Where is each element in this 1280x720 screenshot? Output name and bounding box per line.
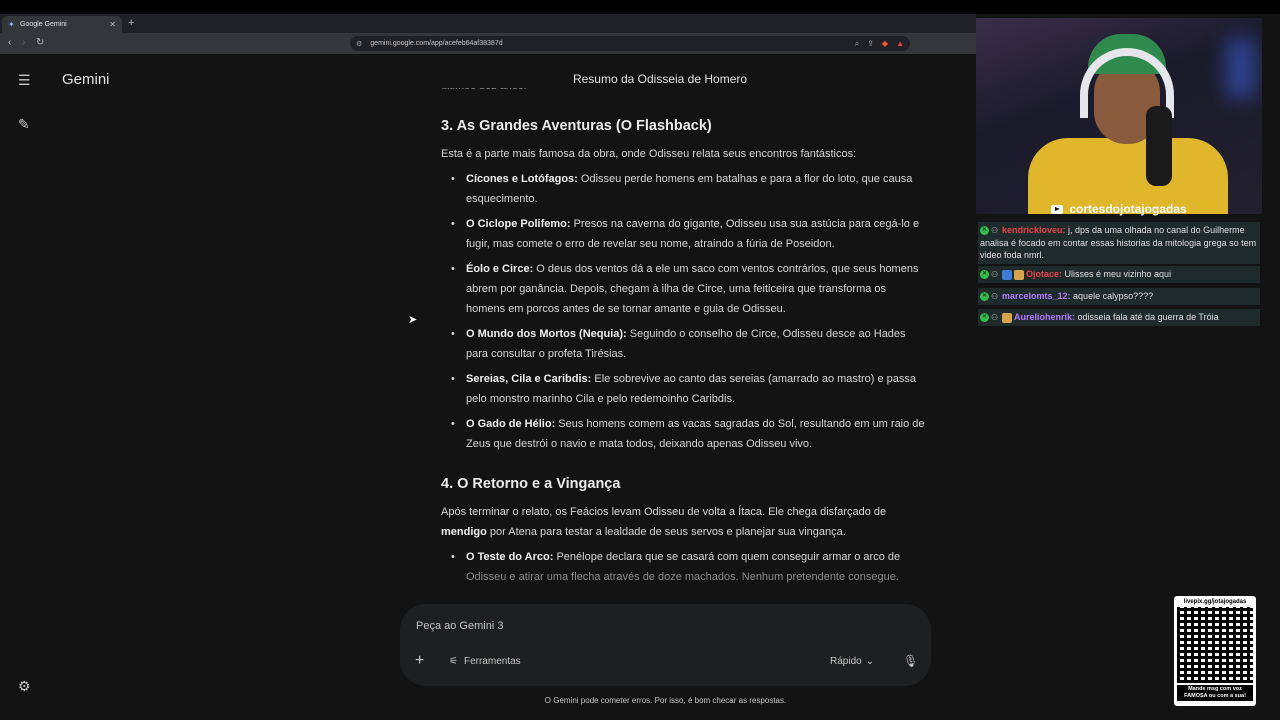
list-item: O Mundo dos Mortos (Nequia): Seguindo o …: [451, 324, 927, 364]
list-item: Cícones e Lotófagos: Odisseu perde homen…: [451, 169, 927, 209]
channel-banner: cortesdojotajogadas: [976, 200, 1262, 218]
gemini-app: ☰ ✎ ⚙ Gemini Resumo da Odisseia de Homer…: [0, 54, 976, 720]
browser-tabstrip: ✦ Google Gemini ✕ +: [0, 14, 976, 33]
zoom-icon[interactable]: ⌕: [855, 39, 859, 49]
list-item: O Ciclope Polifemo: Presos na caverna do…: [451, 214, 927, 254]
verified-icon: ✕: [980, 313, 989, 323]
stream-overlay: cortesdojotajogadas ✕ ⚇ kendrickloveu: j, …: [976, 14, 1280, 720]
user-icon: ⚇: [991, 292, 999, 302]
qr-caption: Mande msg com voz FAMOSA ou com a sua!: [1177, 685, 1253, 701]
gear-icon[interactable]: ⚙: [18, 678, 31, 695]
verified-icon: ✕: [980, 292, 989, 302]
section-heading-3: 3. As Grandes Aventuras (O Flashback): [441, 118, 712, 134]
chat-message: ✕ ⚇ Aureliohenrik: odisseia fala até da gu…: [978, 309, 1260, 326]
new-tab-icon[interactable]: +: [128, 17, 134, 29]
qr-title: livepix.gg/jotajogadas: [1183, 599, 1247, 605]
prompt-input[interactable]: [416, 616, 716, 636]
tab-close-icon[interactable]: ✕: [109, 20, 116, 29]
qr-code-icon: [1177, 607, 1253, 683]
browser-tab[interactable]: ✦ Google Gemini ✕: [2, 16, 122, 33]
chevron-down-icon: ⌄: [865, 656, 875, 667]
list-item: Sereias, Cila e Caribdis: Ele sobrevive …: [451, 369, 927, 409]
sub-badge-icon: [1014, 269, 1024, 280]
site-info-icon[interactable]: ⚙: [356, 40, 362, 48]
brave-shield-icon[interactable]: ◆: [882, 39, 888, 49]
channel-name: cortesdojotajogadas: [1069, 202, 1187, 216]
forward-icon[interactable]: ›: [22, 37, 25, 48]
webcam-feed: [976, 18, 1262, 214]
youtube-icon: [1051, 204, 1064, 214]
qr-code-panel: livepix.gg/jotajogadas Mande msg com voz…: [1174, 596, 1256, 706]
mic-icon[interactable]: 🎙: [903, 654, 918, 668]
user-icon: ⚇: [991, 226, 999, 236]
partial-text: últimos dez anos.: [441, 88, 927, 96]
tools-label: Ferramentas: [463, 656, 521, 667]
tab-title: Google Gemini: [20, 21, 67, 28]
section-intro-4: Após terminar o relato, os Feácios levam…: [441, 506, 887, 538]
top-black-bar: [0, 0, 1280, 14]
chat-message: ✕ ⚇ marcelomts_12: aquele calypso????: [978, 288, 1260, 305]
webcam-microphone: [1146, 106, 1172, 186]
response-content: últimos dez anos. 3. As Grandes Aventura…: [441, 88, 927, 638]
edit-icon[interactable]: ✎: [18, 116, 30, 133]
user-icon: ⚇: [991, 270, 999, 280]
chat-message: ✕ ⚇ kendrickloveu: j, dps da uma olhada no…: [978, 222, 1260, 264]
reload-icon[interactable]: ↻: [36, 37, 44, 48]
verified-icon: ✕: [980, 270, 989, 280]
sub-badge-icon: [1002, 312, 1012, 323]
user-icon: ⚇: [991, 313, 999, 323]
sub-badge-icon: [1002, 269, 1012, 280]
section-intro-3: Esta é a parte mais famosa da obra, onde…: [441, 148, 857, 160]
tune-icon: ⚟: [449, 656, 458, 667]
browser-toolbar: ‹ › ↻ ⚙ gemini.google.com/app/acefeb64af…: [0, 33, 976, 54]
disclaimer: O Gemini pode cometer erros. Por isso, é…: [544, 696, 787, 705]
list-item: O Gado de Hélio: Seus homens comem as va…: [451, 414, 927, 454]
verified-icon: ✕: [980, 226, 989, 236]
adventures-list: Cícones e Lotófagos: Odisseu perde homen…: [441, 169, 927, 454]
tools-button[interactable]: ⚟ Ferramentas: [449, 656, 521, 667]
mouse-cursor-icon: ➤: [408, 314, 418, 326]
chat-message: ✕ ⚇ Ojotace: Ulisses é meu vizinho aqui: [978, 266, 1260, 283]
rgb-light: [1226, 38, 1256, 98]
list-item: Éolo e Circe: O deus dos ventos dá a ele…: [451, 259, 927, 319]
omnibox[interactable]: ⚙ gemini.google.com/app/acefeb64af38387d…: [350, 36, 910, 51]
section-heading-4: 4. O Retorno e a Vingança: [441, 476, 621, 492]
back-icon[interactable]: ‹: [8, 37, 11, 48]
sidebar: ☰ ✎ ⚙: [0, 54, 52, 720]
model-selector[interactable]: Rápido ⌄: [830, 656, 874, 667]
model-label: Rápido: [830, 656, 862, 667]
list-item: O Teste do Arco: Penélope declara que se…: [451, 547, 927, 587]
plus-icon[interactable]: +: [415, 652, 424, 670]
url-text: gemini.google.com/app/acefeb64af38387d: [370, 40, 503, 47]
gemini-favicon-icon: ✦: [8, 20, 15, 29]
share-icon[interactable]: ⇪: [867, 39, 874, 49]
rewards-icon[interactable]: ▲: [896, 39, 904, 49]
prompt-box: + ⚟ Ferramentas Rápido ⌄ 🎙: [400, 604, 931, 686]
return-list: O Teste do Arco: Penélope declara que se…: [441, 547, 927, 587]
